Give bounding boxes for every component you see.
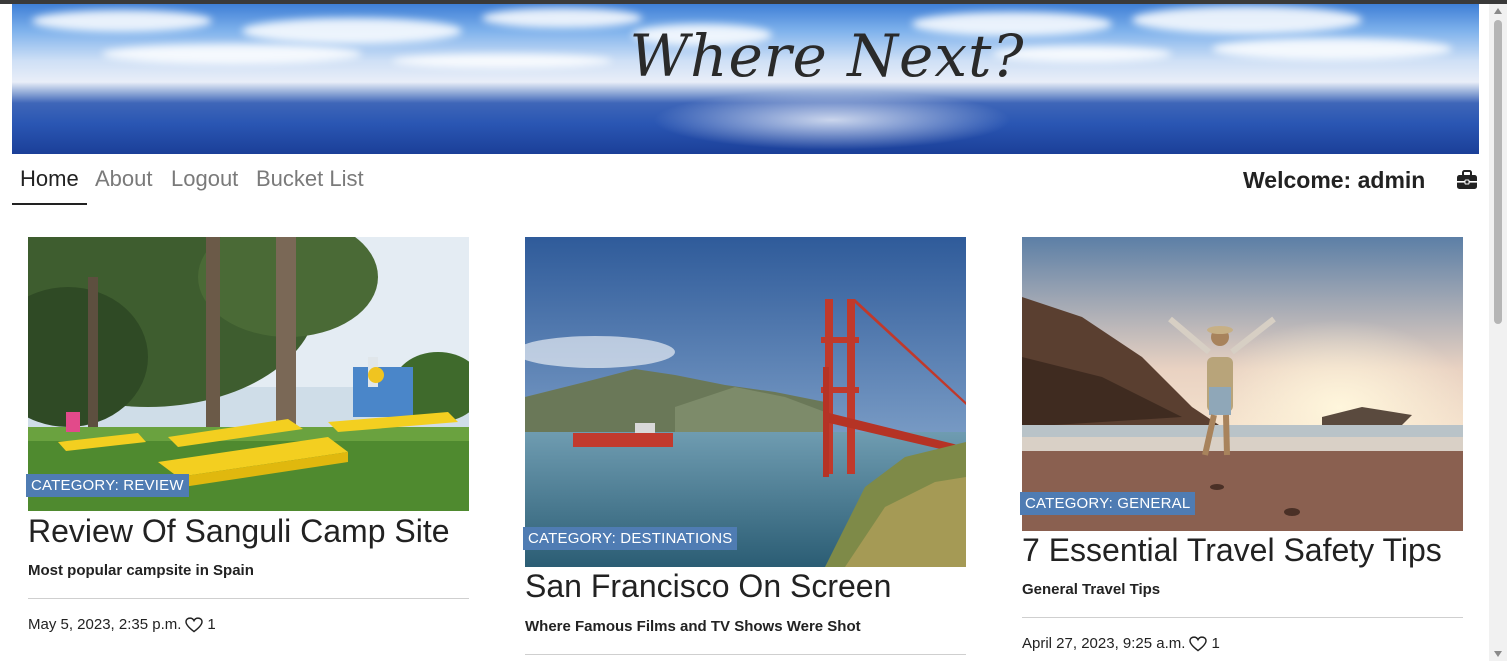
nav-active-indicator	[12, 203, 87, 205]
post-title[interactable]: 7 Essential Travel Safety Tips	[1022, 532, 1442, 569]
nav-about[interactable]: About	[95, 166, 153, 192]
post-title[interactable]: San Francisco On Screen	[525, 568, 891, 605]
site-brand[interactable]: Where Next?	[12, 22, 1479, 90]
heart-icon[interactable]	[1189, 635, 1208, 652]
card-divider	[525, 654, 966, 655]
card-divider	[28, 598, 469, 599]
nav-home[interactable]: Home	[20, 166, 79, 192]
like-count: 1	[207, 616, 216, 633]
heart-icon[interactable]	[185, 616, 204, 633]
post-date: April 27, 2023, 9:25 a.m.	[1022, 635, 1186, 652]
campsite-photo[interactable]	[28, 237, 469, 511]
golden-gate-photo[interactable]	[525, 237, 966, 567]
scroll-thumb[interactable]	[1494, 20, 1502, 324]
post-title[interactable]: Review Of Sanguli Camp Site	[28, 513, 450, 550]
header-banner: Where Next?	[12, 4, 1479, 154]
post-subtitle: Where Famous Films and TV Shows Were Sho…	[525, 618, 861, 635]
beach-traveler-photo[interactable]	[1022, 237, 1463, 531]
welcome-message: Welcome: admin	[1243, 167, 1426, 193]
scroll-down-arrow-icon[interactable]	[1494, 651, 1502, 657]
category-badge[interactable]: CATEGORY: DESTINATIONS	[523, 527, 738, 550]
briefcase-icon[interactable]	[1456, 169, 1478, 191]
scroll-up-arrow-icon[interactable]	[1494, 8, 1502, 14]
category-badge[interactable]: CATEGORY: REVIEW	[26, 474, 189, 497]
nav-logout[interactable]: Logout	[171, 166, 238, 192]
nav-bucket-list[interactable]: Bucket List	[256, 166, 364, 192]
post-meta: May 5, 2023, 2:35 p.m. 1	[28, 616, 216, 633]
post-date: May 5, 2023, 2:35 p.m.	[28, 616, 182, 633]
category-badge[interactable]: CATEGORY: GENERAL	[1020, 492, 1196, 515]
post-subtitle: General Travel Tips	[1022, 581, 1161, 598]
post-subtitle: Most popular campsite in Spain	[28, 562, 254, 579]
main-nav: Home About Logout Bucket List Welcome: a…	[12, 154, 1479, 206]
card-divider	[1022, 617, 1463, 618]
post-meta: April 27, 2023, 9:25 a.m. 1	[1022, 635, 1220, 652]
page-scrollbar[interactable]	[1489, 4, 1507, 661]
like-count: 1	[1211, 635, 1220, 652]
